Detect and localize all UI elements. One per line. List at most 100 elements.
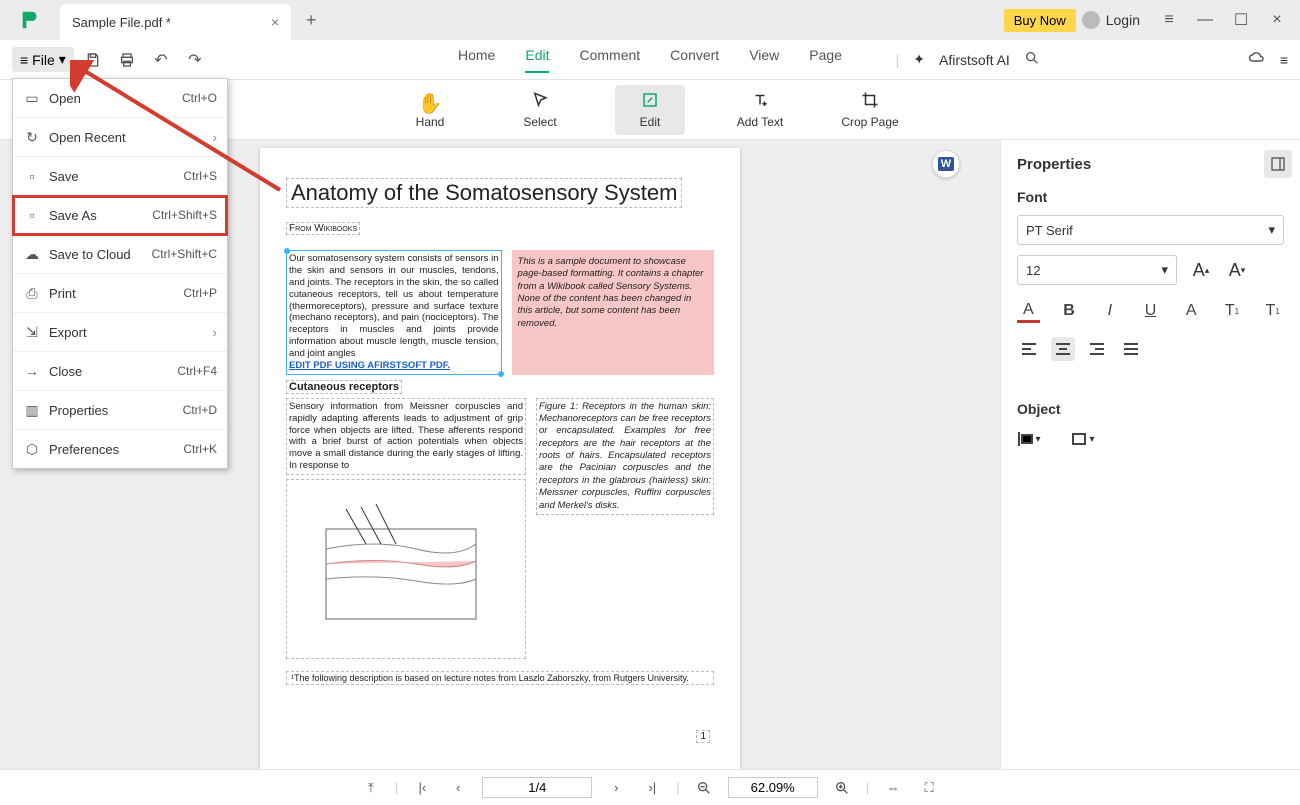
- close-menu-icon: →: [23, 359, 41, 383]
- tab-comment[interactable]: Comment: [579, 47, 640, 73]
- menu-save[interactable]: ▫SaveCtrl+S: [13, 157, 227, 196]
- print-menu-icon: ⎙: [23, 281, 41, 305]
- titlebar: Sample File.pdf * × + Buy Now Login ≡ — …: [0, 0, 1300, 40]
- menu-export[interactable]: ⇲Export›: [13, 313, 227, 352]
- crop-icon: [861, 91, 879, 113]
- menu-print[interactable]: ⎙PrintCtrl+P: [13, 274, 227, 313]
- print-icon[interactable]: [112, 45, 142, 75]
- menu-properties[interactable]: ▥PropertiesCtrl+D: [13, 391, 227, 430]
- tab-convert[interactable]: Convert: [670, 47, 719, 73]
- decrease-font-icon[interactable]: A▾: [1225, 258, 1249, 282]
- first-page-icon[interactable]: |‹: [410, 780, 434, 795]
- footnote[interactable]: ¹The following description is based on l…: [286, 671, 714, 685]
- scroll-top-icon[interactable]: ⤒: [359, 780, 383, 796]
- bold-icon[interactable]: B: [1058, 299, 1081, 323]
- recent-icon: ↻: [23, 125, 41, 149]
- zoom-in-icon[interactable]: [830, 780, 854, 796]
- zoom-input[interactable]: [728, 777, 818, 798]
- increase-font-icon[interactable]: A▴: [1189, 258, 1213, 282]
- redo-icon[interactable]: ↷: [180, 45, 210, 75]
- collapse-panel-icon[interactable]: [1264, 150, 1292, 178]
- maximize-icon[interactable]: ☐: [1226, 5, 1256, 35]
- selected-text-block[interactable]: Our somatosensory system consists of sen…: [286, 250, 502, 375]
- login-button[interactable]: Login: [1106, 12, 1140, 28]
- tab-view[interactable]: View: [749, 47, 779, 73]
- tool-add-text[interactable]: Add Text: [725, 85, 795, 135]
- statusbar: ⤒ | |‹ ‹ › ›| | | ⇔ ⛶: [0, 769, 1300, 805]
- font-size-select[interactable]: 12 ▾: [1017, 255, 1177, 285]
- last-page-icon[interactable]: ›|: [640, 780, 664, 795]
- tool-select[interactable]: Select: [505, 85, 575, 135]
- tab-home[interactable]: Home: [458, 47, 495, 73]
- save-as-icon: ▫: [23, 203, 41, 227]
- search-icon[interactable]: [1024, 50, 1040, 69]
- callout-box[interactable]: This is a sample document to showcase pa…: [512, 250, 714, 375]
- zoom-out-icon[interactable]: [692, 780, 716, 796]
- quick-save-icon[interactable]: [78, 45, 108, 75]
- superscript-icon[interactable]: T1: [1221, 299, 1244, 323]
- buy-now-button[interactable]: Buy Now: [1004, 9, 1076, 32]
- underline-icon[interactable]: U: [1139, 299, 1162, 323]
- menu-save-as[interactable]: ▫Save AsCtrl+Shift+S: [13, 196, 227, 235]
- object-distribute-icon[interactable]: ▾: [1071, 427, 1095, 451]
- app-logo: [0, 0, 60, 40]
- tool-edit[interactable]: Edit: [615, 85, 685, 135]
- tab-edit[interactable]: Edit: [525, 47, 549, 73]
- cloud-icon[interactable]: [1248, 49, 1266, 70]
- menu-open[interactable]: ▭OpenCtrl+O: [13, 79, 227, 118]
- tab-page[interactable]: Page: [809, 47, 842, 73]
- italic-icon[interactable]: I: [1098, 299, 1121, 323]
- document-source[interactable]: From Wikibooks: [286, 222, 360, 235]
- cloud-save-icon: ☁: [23, 242, 41, 266]
- open-icon: ▭: [23, 86, 41, 110]
- font-style-icon[interactable]: A: [1180, 299, 1203, 323]
- align-right-icon[interactable]: [1085, 337, 1109, 361]
- fit-width-icon[interactable]: ⇔: [881, 780, 905, 795]
- collapse-ribbon-icon[interactable]: ≡: [1280, 52, 1288, 68]
- chevron-down-icon: ▾: [1161, 262, 1168, 278]
- cursor-icon: [531, 91, 549, 113]
- align-justify-icon[interactable]: [1119, 337, 1143, 361]
- document-title[interactable]: Anatomy of the Somatosensory System: [286, 178, 682, 208]
- font-color-icon[interactable]: A: [1017, 299, 1040, 323]
- menu-preferences[interactable]: ⬡PreferencesCtrl+K: [13, 430, 227, 468]
- pdf-page[interactable]: Anatomy of the Somatosensory System From…: [260, 148, 740, 769]
- paragraph-block[interactable]: Sensory information from Meissner corpus…: [286, 398, 526, 475]
- document-tab[interactable]: Sample File.pdf * ×: [60, 4, 291, 40]
- word-export-badge[interactable]: W: [932, 150, 960, 178]
- chevron-down-icon: ▾: [59, 51, 66, 68]
- preferences-icon: ⬡: [23, 437, 41, 461]
- align-center-icon[interactable]: [1051, 337, 1075, 361]
- file-label: File: [32, 52, 55, 68]
- prev-page-icon[interactable]: ‹: [446, 780, 470, 795]
- window-close-icon[interactable]: ×: [1262, 5, 1292, 35]
- ai-button[interactable]: Afirstsoft AI: [939, 52, 1010, 68]
- tool-crop-page[interactable]: Crop Page: [835, 85, 905, 135]
- figure-caption[interactable]: Figure 1: Receptors in the human skin: M…: [536, 398, 714, 515]
- subscript-icon[interactable]: T1: [1261, 299, 1284, 323]
- fit-page-icon[interactable]: ⛶: [917, 780, 941, 796]
- next-page-icon[interactable]: ›: [604, 780, 628, 795]
- minimize-icon[interactable]: —: [1190, 5, 1220, 35]
- object-align-icon[interactable]: ▾: [1017, 427, 1041, 451]
- tool-hand[interactable]: ✋Hand: [395, 85, 465, 135]
- menu-open-recent[interactable]: ↻Open Recent›: [13, 118, 227, 157]
- file-menu-button[interactable]: ≡ File ▾: [12, 47, 74, 72]
- avatar-icon: [1082, 11, 1100, 29]
- properties-title: Properties: [1017, 156, 1284, 173]
- menu-save-to-cloud[interactable]: ☁Save to CloudCtrl+Shift+C: [13, 235, 227, 274]
- edit-link-text[interactable]: EDIT PDF USING AFIRSTSOFT PDF.: [289, 360, 450, 371]
- subheading[interactable]: Cutaneous receptors: [286, 380, 402, 394]
- hamburger-icon[interactable]: ≡: [1154, 5, 1184, 35]
- new-tab-button[interactable]: +: [291, 0, 331, 40]
- menubar: ≡ File ▾ ↶ ↷ Home Edit Comment Convert V…: [0, 40, 1300, 80]
- page-input[interactable]: [482, 777, 592, 798]
- menu-close[interactable]: →CloseCtrl+F4: [13, 352, 227, 391]
- properties-icon: ▥: [23, 398, 41, 422]
- tab-close-icon[interactable]: ×: [271, 14, 279, 30]
- undo-icon[interactable]: ↶: [146, 45, 176, 75]
- figure-image[interactable]: [286, 479, 526, 659]
- align-left-icon[interactable]: [1017, 337, 1041, 361]
- font-family-select[interactable]: PT Serif ▾: [1017, 215, 1284, 245]
- page-number: 1: [696, 730, 710, 743]
